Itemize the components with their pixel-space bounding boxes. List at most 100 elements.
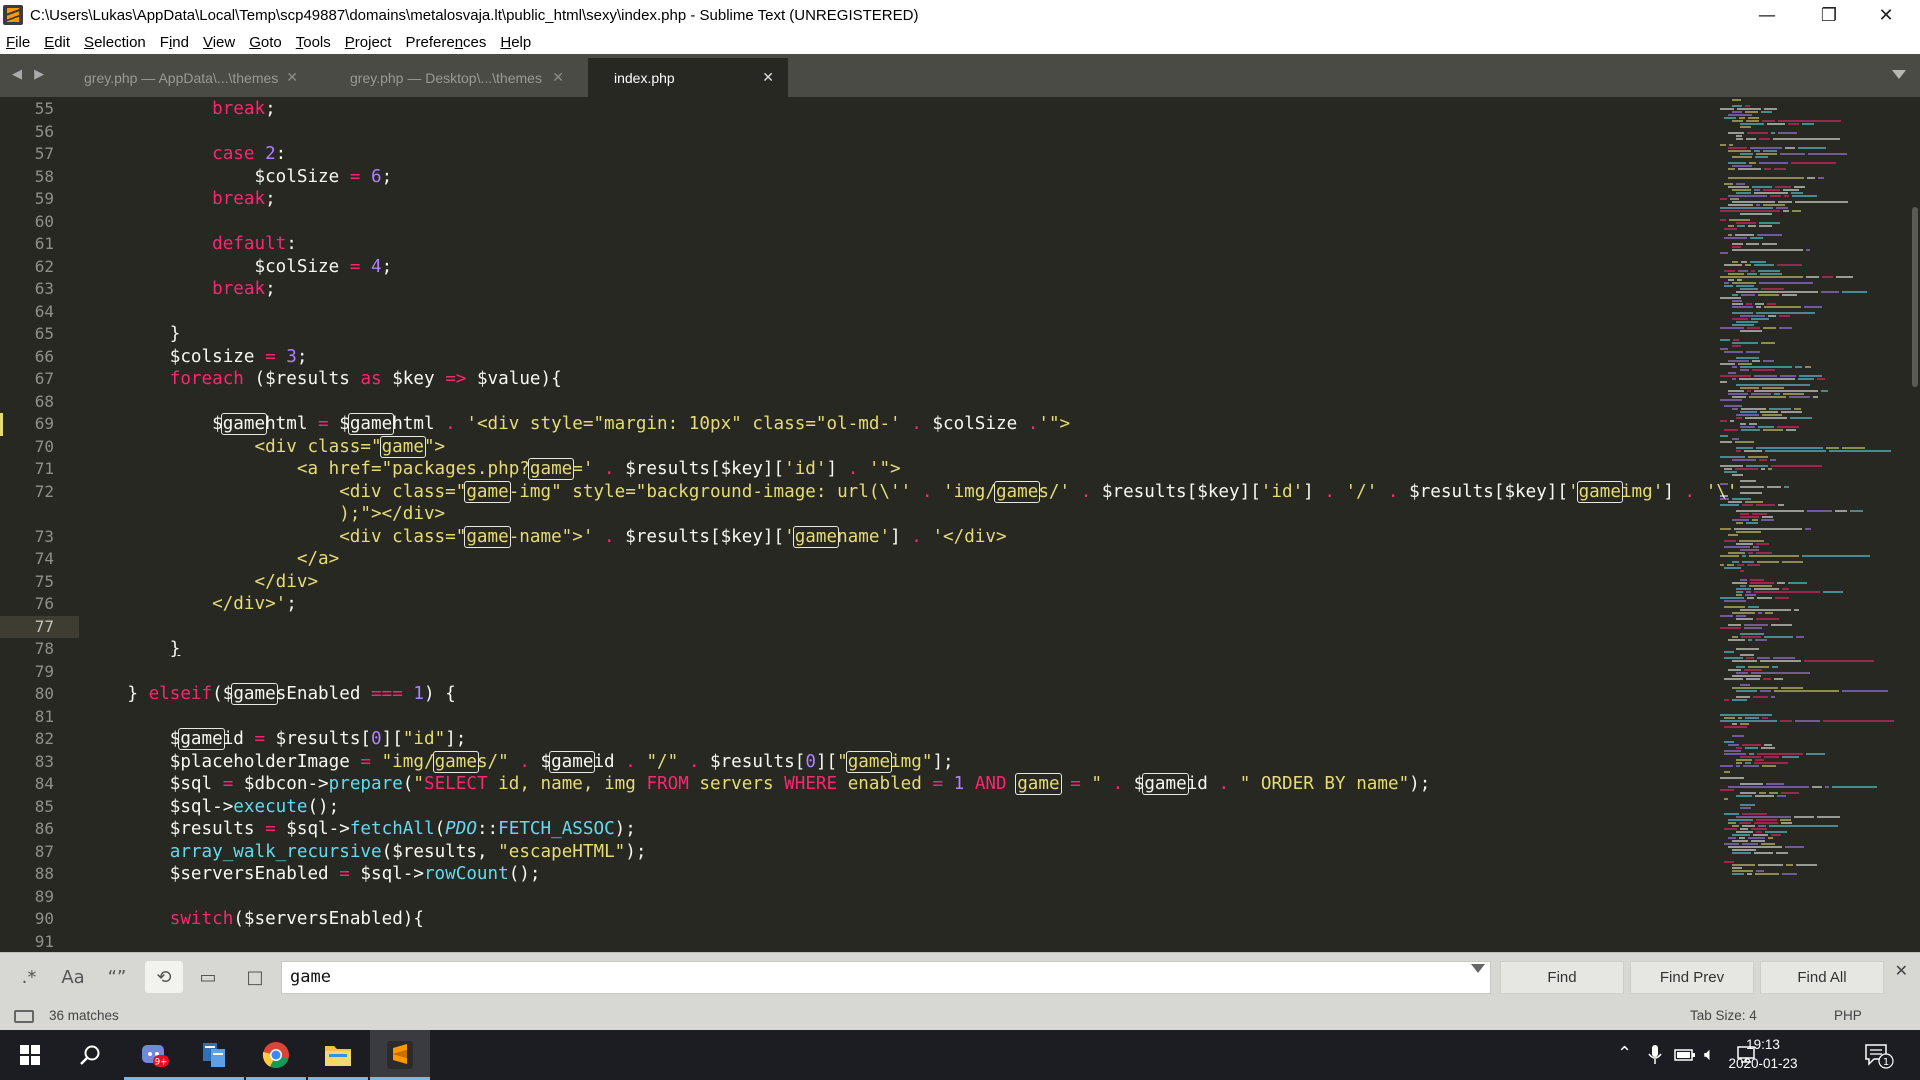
editor-area[interactable]: 55 56 57 58 59 60 61 62 63 64 65 66 67 68 69 70 71 72 73 74… [0, 97, 1920, 952]
code-line[interactable]: break; [85, 188, 276, 211]
code-line[interactable]: case 2: [85, 143, 286, 166]
minimap-line [1782, 561, 1803, 563]
menu-item[interactable]: Preferences [405, 34, 486, 51]
menu-item[interactable]: Goto [249, 34, 282, 51]
minimap-line [1746, 522, 1758, 524]
taskbar-app-sublime[interactable] [370, 1030, 430, 1080]
code-line[interactable]: foreach ($results as $key => $value){ [85, 368, 562, 391]
code-line[interactable]: array_walk_recursive($results, "escapeHT… [85, 841, 647, 864]
tab-list-dropdown-icon[interactable] [1892, 70, 1906, 79]
code-line[interactable]: <div class="game-img" style="background-… [85, 480, 1738, 504]
tab-grey-appdata[interactable]: grey.php — AppData\...\themes ✕ [62, 58, 312, 97]
code-line[interactable]: switch($serversEnabled){ [85, 908, 424, 931]
taskbar-app-explorer[interactable] [308, 1030, 368, 1080]
search-button[interactable] [60, 1030, 120, 1080]
minimap-line [1724, 285, 1733, 287]
in-selection-toggle[interactable]: ▭ [189, 961, 227, 993]
minimap-line [1745, 594, 1756, 596]
code-line[interactable]: $gameid = $results[0]["id"]; [85, 728, 466, 751]
panel-toggle-icon[interactable] [14, 1010, 34, 1023]
code-line[interactable]: $colSize = 4; [85, 256, 392, 279]
minimap-line [1783, 210, 1789, 212]
minimap-line [1791, 192, 1803, 194]
find-prev-button[interactable]: Find Prev [1630, 961, 1754, 994]
highlight-matches-toggle[interactable]: □ [236, 961, 274, 993]
tray-overflow-icon[interactable]: ⌃ [1617, 1043, 1632, 1064]
code-line[interactable]: break; [85, 278, 276, 301]
minimap-line [1736, 522, 1743, 524]
regex-toggle[interactable]: .* [10, 961, 48, 993]
minimap-line [1774, 690, 1839, 692]
battery-icon[interactable] [1674, 1048, 1696, 1062]
tab-close-icon[interactable]: ✕ [552, 69, 564, 86]
code-line[interactable]: } [85, 638, 181, 661]
code-line[interactable]: <a href="packages.php?game=' . $results[… [85, 458, 901, 481]
minimap-line [1736, 447, 1753, 449]
line-number: 90 [34, 909, 54, 928]
minimize-button[interactable]: — [1738, 0, 1796, 30]
minimap-line [1812, 786, 1822, 788]
syntax-mode[interactable]: PHP [1834, 1008, 1862, 1023]
code-line[interactable]: );"></div> [85, 503, 445, 526]
maximize-button[interactable]: ❐ [1800, 0, 1858, 30]
start-button[interactable] [0, 1030, 60, 1080]
minimap-line [1776, 852, 1788, 854]
code-line[interactable]: $gamehtml = $gamehtml . '<div style="mar… [85, 413, 1070, 436]
code-line[interactable]: $serversEnabled = $sql->rowCount(); [85, 863, 541, 886]
code-line[interactable]: $colsize = 3; [85, 346, 308, 369]
taskbar-app-transfer[interactable] [184, 1030, 244, 1080]
code-line[interactable]: $sql = $dbcon->prepare("SELECT id, name,… [85, 773, 1430, 796]
tab-index-php[interactable]: index.php ✕ [588, 58, 788, 97]
code-line[interactable]: $results = $sql->fetchAll(PDO::FETCH_ASS… [85, 818, 636, 841]
minimap-line [1740, 723, 1749, 725]
find-input[interactable]: game [281, 961, 1491, 994]
tab-close-icon[interactable]: ✕ [286, 69, 298, 86]
code-line[interactable]: </div>'; [85, 593, 297, 616]
menu-item[interactable]: View [203, 34, 235, 51]
case-sensitive-toggle[interactable]: Aa [54, 961, 92, 993]
microphone-icon[interactable] [1648, 1045, 1662, 1065]
minimap-line [1728, 234, 1732, 236]
code-line[interactable]: <div class="game-name">' . $results[$key… [85, 525, 1007, 549]
notifications-icon[interactable]: 1 [1864, 1043, 1894, 1069]
menu-item[interactable]: Help [500, 34, 531, 51]
code-line[interactable]: </a> [85, 548, 339, 571]
menu-item[interactable]: Project [345, 34, 392, 51]
menu-item[interactable]: Edit [44, 34, 70, 51]
close-button[interactable]: ✕ [1857, 0, 1915, 30]
system-clock[interactable]: 19:13 2020-01-23 [1718, 1035, 1808, 1073]
menu-item[interactable]: File [6, 34, 30, 51]
find-history-dropdown-icon[interactable] [1471, 964, 1485, 973]
tab-size[interactable]: Tab Size: 4 [1690, 1008, 1757, 1023]
minimap-line [1758, 270, 1780, 272]
code-line[interactable]: } [85, 323, 181, 346]
code-line[interactable]: break; [85, 98, 276, 121]
code-line[interactable]: default: [85, 233, 297, 256]
minimap-line [1747, 597, 1754, 599]
code-line[interactable]: $placeholderImage = "img/games/" . $game… [85, 750, 954, 774]
volume-icon[interactable]: 🔈︎ [1704, 1044, 1715, 1065]
find-all-button[interactable]: Find All [1760, 961, 1884, 994]
code-line[interactable]: </div> [85, 571, 318, 594]
whole-word-toggle[interactable]: “” [98, 961, 136, 993]
vertical-scrollbar[interactable] [1912, 207, 1918, 387]
tab-grey-desktop[interactable]: grey.php — Desktop\...\themes ✕ [328, 58, 578, 97]
menu-item[interactable]: Tools [296, 34, 331, 51]
code-line[interactable]: $sql->execute(); [85, 796, 340, 819]
code-line[interactable]: $colSize = 6; [85, 166, 392, 189]
minimap-line [1732, 120, 1743, 122]
tab-close-icon[interactable]: ✕ [762, 69, 774, 86]
menu-item[interactable]: Selection [84, 34, 146, 51]
menu-item[interactable]: Find [160, 34, 189, 51]
code-line[interactable]: } elseif($gamesEnabled === 1) { [85, 683, 456, 706]
tab-nav-arrows[interactable]: ◀ ▶ [12, 67, 48, 82]
taskbar-app-discord[interactable]: 9+ [124, 1030, 184, 1080]
wrap-toggle[interactable]: ⟲ [145, 961, 183, 993]
find-close-icon[interactable]: ✕ [1895, 961, 1908, 980]
minimap[interactable] [1716, 97, 1902, 952]
code-view[interactable]: break; case 2: $colSize = 6; break; defa… [85, 97, 1737, 952]
code-line[interactable]: <div class="game"> [85, 435, 445, 459]
minimap-line [1768, 837, 1773, 839]
find-button[interactable]: Find [1500, 961, 1624, 994]
taskbar-app-chrome[interactable] [246, 1030, 306, 1080]
